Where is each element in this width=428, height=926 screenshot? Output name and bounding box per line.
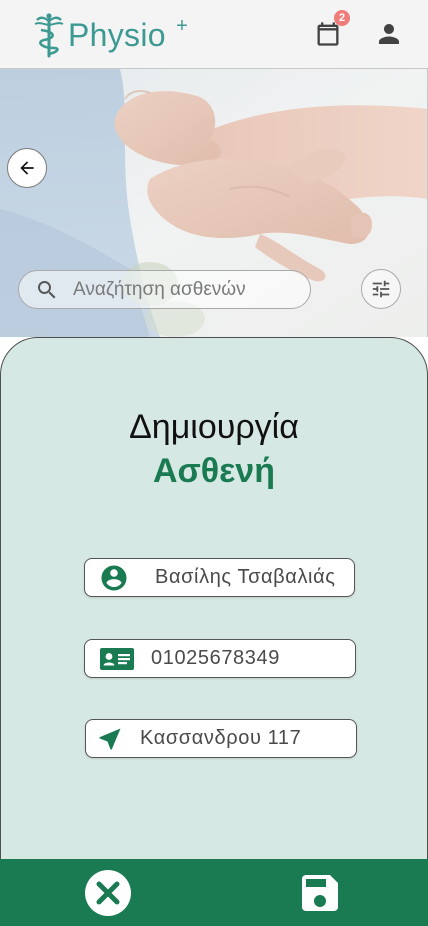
patient-id-input[interactable] xyxy=(151,647,346,670)
bottom-action-bar xyxy=(0,859,428,926)
person-icon xyxy=(379,24,399,44)
physio-logo[interactable]: Physio + xyxy=(32,12,188,58)
search-icon xyxy=(35,278,59,302)
form-subtitle: Ασθενή xyxy=(152,452,275,490)
calendar-badge: 2 xyxy=(334,10,350,26)
save-floppy-icon xyxy=(302,875,338,911)
cancel-button[interactable] xyxy=(84,869,132,917)
app-header: Physio + 2 xyxy=(0,0,428,69)
patient-name-input[interactable] xyxy=(155,566,350,589)
account-circle-icon xyxy=(99,563,129,593)
patient-name-field[interactable] xyxy=(84,558,355,597)
navigation-arrow-icon xyxy=(96,725,124,753)
patient-create-screen: Physio + 2 Αναζήτηση ασθενών Δημιουργία … xyxy=(0,0,428,926)
arrow-left-icon xyxy=(20,161,34,175)
search-input[interactable] xyxy=(71,277,295,302)
save-button[interactable] xyxy=(296,869,344,917)
back-button[interactable] xyxy=(7,148,47,188)
patient-id-field[interactable] xyxy=(84,639,356,678)
logo-wordmark: Physio xyxy=(68,17,166,53)
logo-plus-sign: + xyxy=(176,15,188,37)
caduceus-logo-icon xyxy=(34,13,64,58)
patient-address-input[interactable] xyxy=(140,727,345,750)
filter-button[interactable] xyxy=(361,269,401,309)
tune-sliders-icon xyxy=(372,280,390,298)
cancel-circle-icon xyxy=(85,870,131,916)
hero-banner xyxy=(0,69,428,337)
account-button[interactable] xyxy=(373,16,405,52)
form-title: Δημιουργία xyxy=(129,408,299,446)
patient-search-bar[interactable] xyxy=(18,270,311,309)
id-card-icon xyxy=(100,647,134,670)
patient-address-field[interactable] xyxy=(85,719,357,758)
